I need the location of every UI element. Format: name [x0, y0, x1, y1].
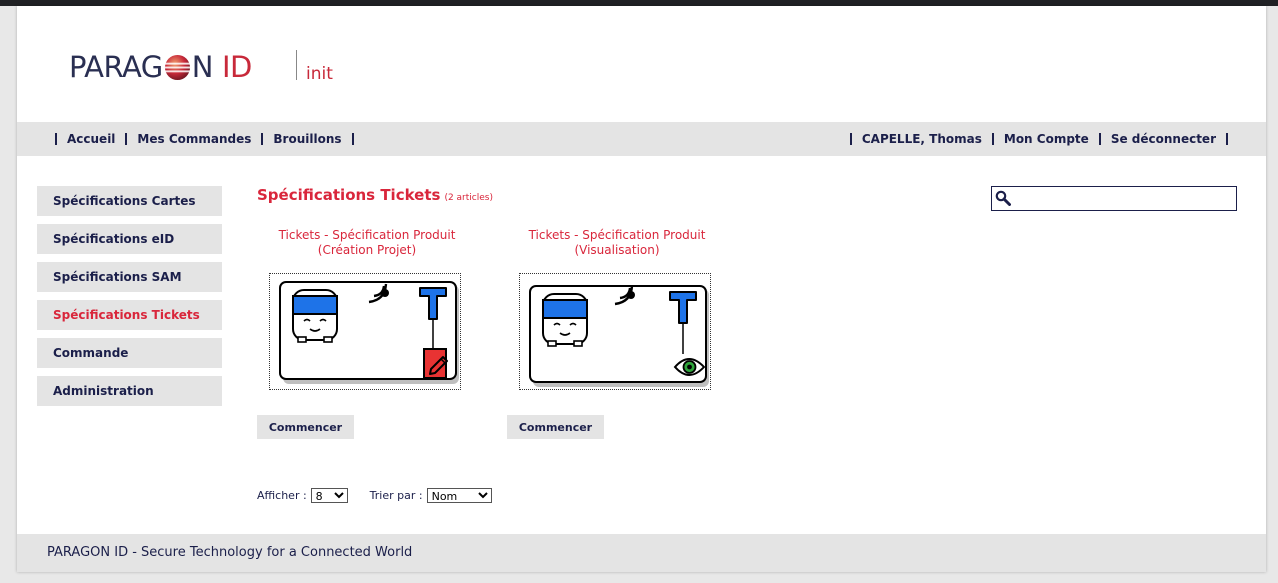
search-icon [995, 190, 1011, 206]
afficher-select[interactable]: 8 [310, 488, 348, 503]
top-navigation: Accueil Mes Commandes Brouillons CAPELLE… [17, 122, 1266, 156]
sidebar-item-specifications-sam[interactable]: Spécifications SAM [37, 262, 222, 292]
nav-left: Accueil Mes Commandes Brouillons [45, 122, 364, 156]
search-input[interactable] [1014, 189, 1234, 208]
sidebar-item-specifications-tickets[interactable]: Spécifications Tickets [37, 300, 222, 330]
commencer-button[interactable]: Commencer [257, 415, 354, 439]
product-title-link[interactable]: Tickets - Spécification Produit (Visuali… [512, 228, 722, 260]
sidebar-item-commande[interactable]: Commande [37, 338, 222, 368]
ticket-illustration-icon [529, 285, 709, 387]
footer: PARAGON ID - Secure Technology for a Con… [17, 534, 1266, 572]
bus-icon [542, 293, 588, 347]
afficher-label: Afficher : [257, 489, 307, 502]
sidebar-item-specifications-eid[interactable]: Spécifications eID [37, 224, 222, 254]
page-container: PARAG N ID init Accueil Mes Commandes Br… [17, 6, 1266, 572]
nav-separator [125, 133, 128, 145]
nav-accueil[interactable]: Accueil [67, 132, 115, 146]
nav-separator [351, 133, 354, 145]
nav-brouillons[interactable]: Brouillons [273, 132, 341, 146]
sidebar-item-specifications-cartes[interactable]: Spécifications Cartes [37, 186, 222, 216]
nav-right: CAPELLE, Thomas Mon Compte Se déconnecte… [840, 122, 1238, 156]
sidebar: Spécifications Cartes Spécifications eID… [37, 186, 222, 414]
search-box[interactable] [991, 186, 1237, 211]
paragon-id-logo[interactable]: PARAG N ID [69, 50, 252, 84]
logo-divider [296, 50, 297, 80]
nav-separator [1226, 133, 1228, 145]
list-controls: Afficher : 8 Trier par : Nom [257, 488, 492, 503]
nav-separator [1098, 133, 1101, 145]
product-title-link[interactable]: Tickets - Spécification Produit (Créatio… [262, 228, 472, 260]
sidebar-item-administration[interactable]: Administration [37, 376, 222, 406]
footer-text: PARAGON ID - Secure Technology for a Con… [47, 545, 413, 560]
nav-separator [849, 133, 852, 145]
logo-text-n: N [191, 50, 214, 84]
logo-text-main: PARAG [69, 50, 163, 84]
nav-mes-commandes[interactable]: Mes Commandes [137, 132, 251, 146]
edit-icon [423, 348, 448, 379]
page-title: Spécifications Tickets (2 articles) [257, 186, 493, 204]
commencer-button[interactable]: Commencer [507, 415, 604, 439]
page-title-text: Spécifications Tickets [257, 186, 441, 204]
article-count: (2 articles) [444, 193, 493, 203]
nav-se-deconnecter[interactable]: Se déconnecter [1111, 132, 1216, 146]
bus-icon [292, 289, 338, 343]
logo-text-id: ID [221, 50, 252, 84]
nav-separator [261, 133, 264, 145]
product-thumbnail[interactable] [269, 273, 461, 390]
ticket-illustration-icon [279, 281, 459, 384]
logo-subtitle: init [306, 64, 333, 84]
trier-label: Trier par : [369, 489, 423, 502]
trier-select[interactable]: Nom [426, 488, 492, 503]
nav-separator [991, 133, 994, 145]
logo-globe-icon [164, 54, 190, 80]
product-card: Tickets - Spécification Produit (Visuali… [507, 228, 722, 439]
product-card: Tickets - Spécification Produit (Créatio… [257, 228, 472, 439]
nav-separator [55, 133, 57, 145]
nav-user-name[interactable]: CAPELLE, Thomas [862, 132, 982, 146]
product-thumbnail[interactable] [519, 273, 711, 390]
nav-mon-compte[interactable]: Mon Compte [1004, 132, 1089, 146]
